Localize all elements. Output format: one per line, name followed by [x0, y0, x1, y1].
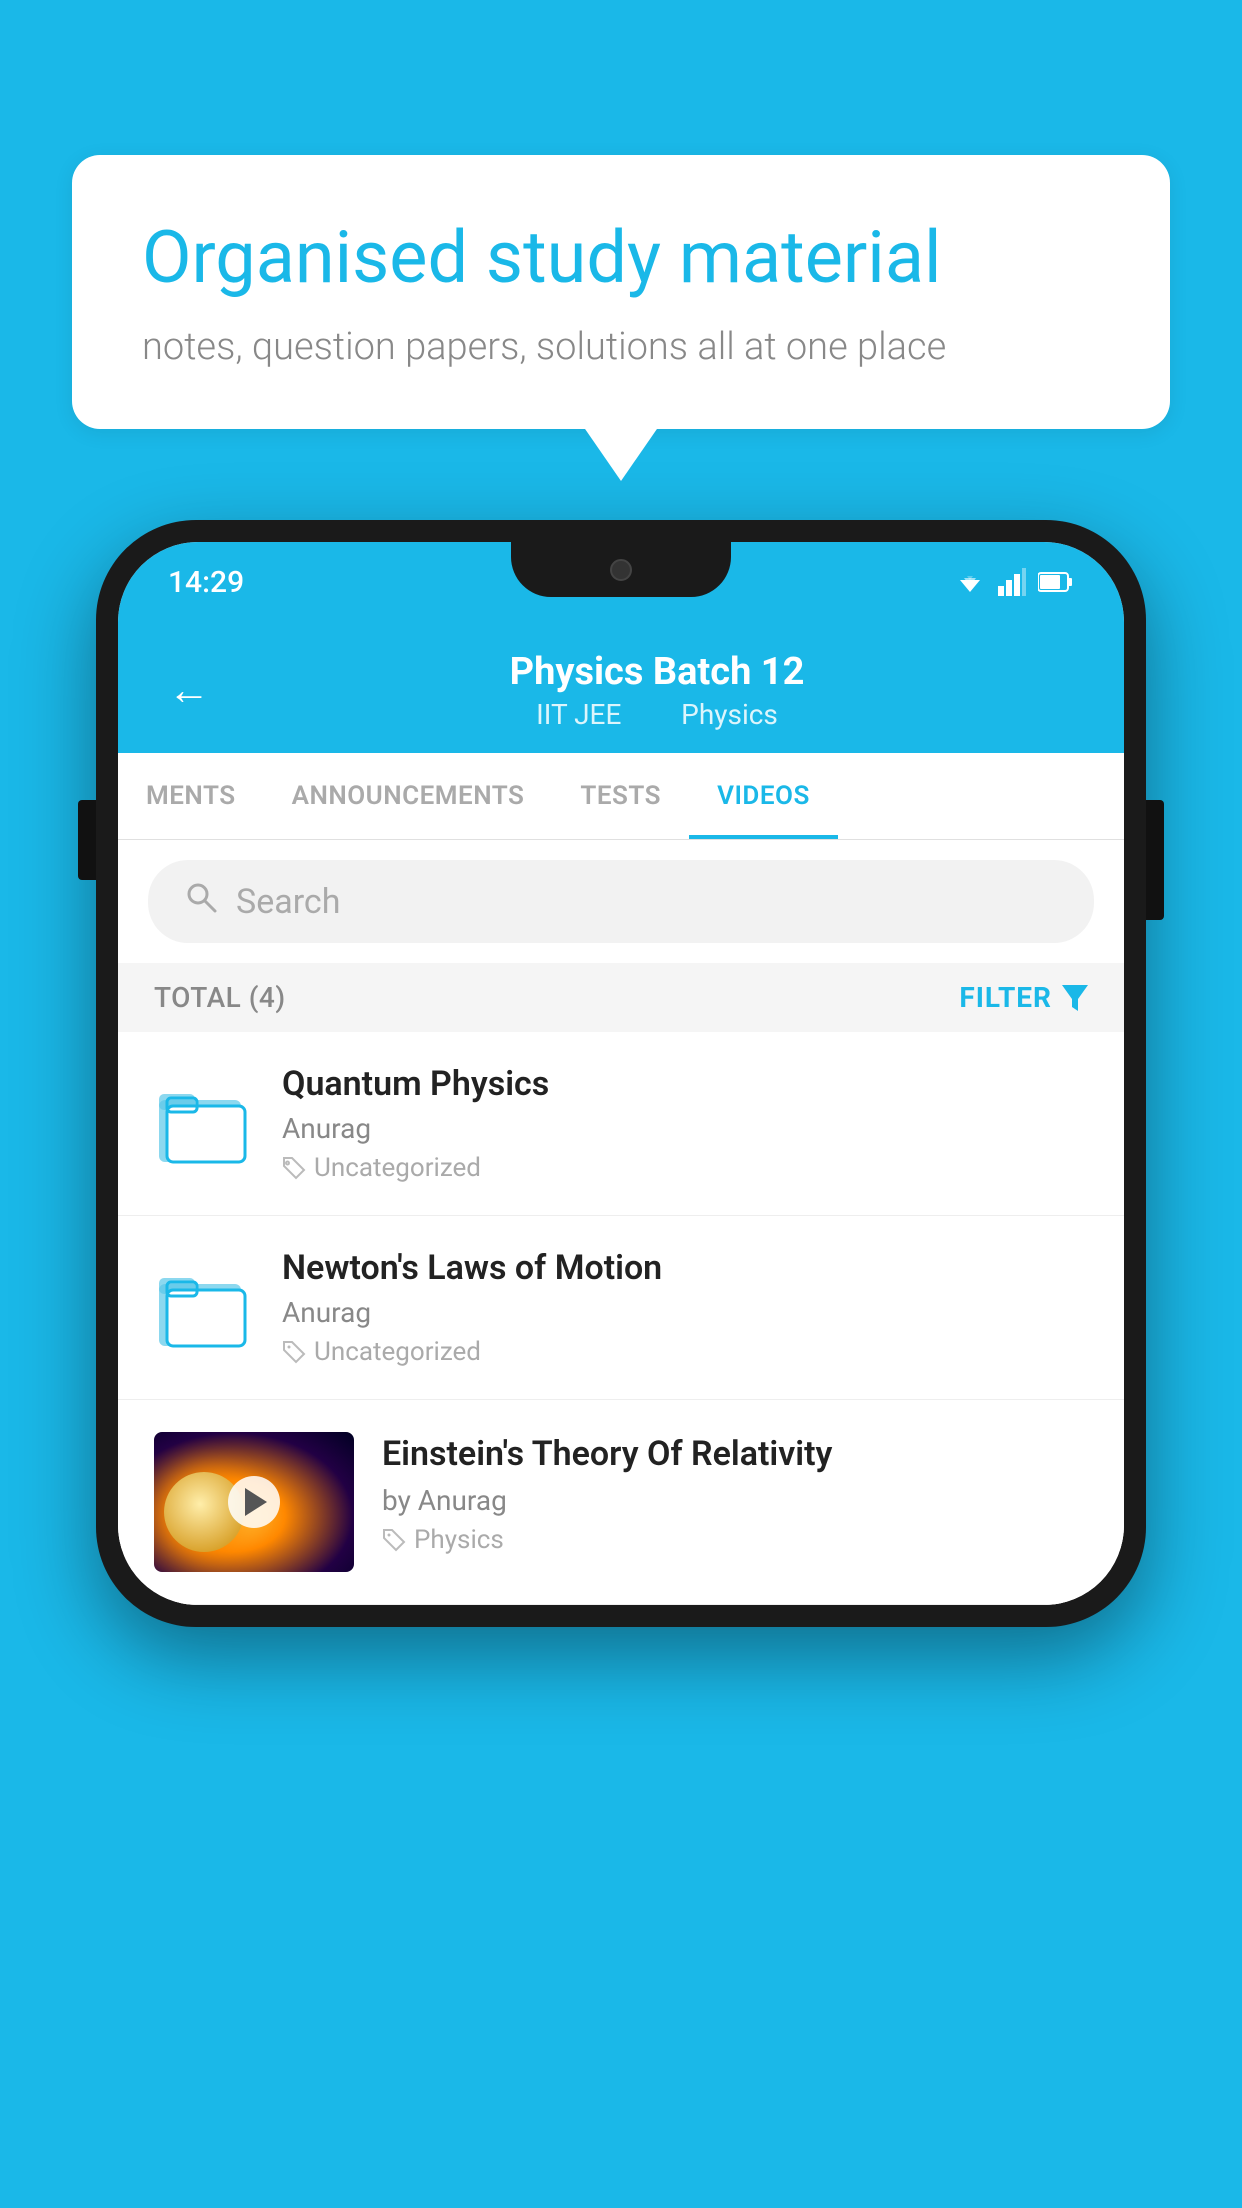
video-thumbnail-3	[154, 1432, 354, 1572]
tab-tests[interactable]: TESTS	[552, 753, 689, 839]
header-title-block: Physics Batch 12 IIT JEE Physics	[240, 650, 1074, 731]
list-item[interactable]: Einstein's Theory Of Relativity by Anura…	[118, 1400, 1124, 1605]
tab-videos[interactable]: VIDEOS	[689, 753, 838, 839]
status-bar: 14:29	[118, 542, 1124, 622]
filter-button[interactable]: FILTER	[959, 981, 1088, 1014]
signal-icon	[998, 568, 1026, 596]
video-author-3: by Anurag	[382, 1484, 1088, 1517]
search-bar[interactable]: Search	[148, 860, 1094, 943]
phone-outer: 14:29	[96, 520, 1146, 1627]
header-subtitle-sep	[644, 698, 658, 731]
video-info-2: Newton's Laws of Motion Anurag Uncategor…	[282, 1248, 1088, 1367]
tab-ments[interactable]: MENTS	[118, 753, 264, 839]
speech-bubble-subtitle: notes, question papers, solutions all at…	[142, 325, 1100, 369]
folder-icon-2	[159, 1268, 249, 1348]
status-icons	[954, 568, 1074, 596]
total-label: TOTAL (4)	[154, 981, 286, 1014]
play-triangle-icon	[245, 1488, 267, 1516]
tag-icon-2	[282, 1340, 306, 1364]
tab-announcements[interactable]: ANNOUNCEMENTS	[264, 753, 553, 839]
search-icon	[184, 880, 218, 923]
filter-row: TOTAL (4) FILTER	[118, 963, 1124, 1032]
header-subtitle-left: IIT JEE	[536, 698, 621, 731]
tag-icon-3	[382, 1528, 406, 1552]
speech-bubble-title: Organised study material	[142, 215, 1100, 301]
video-info-1: Quantum Physics Anurag Uncategorized	[282, 1064, 1088, 1183]
phone-inner: 14:29	[118, 542, 1124, 1605]
app-header: ← Physics Batch 12 IIT JEE Physics	[118, 622, 1124, 753]
filter-icon	[1062, 985, 1088, 1011]
camera-dot	[610, 559, 632, 581]
video-author-1: Anurag	[282, 1112, 1088, 1145]
video-title-3: Einstein's Theory Of Relativity	[382, 1432, 1088, 1476]
tag-icon-1	[282, 1156, 306, 1180]
video-title-1: Quantum Physics	[282, 1064, 1088, 1104]
play-button[interactable]	[228, 1476, 280, 1528]
video-tag-3: Physics	[382, 1525, 1088, 1555]
video-tag-1: Uncategorized	[282, 1153, 1088, 1183]
video-author-2: Anurag	[282, 1296, 1088, 1329]
battery-icon	[1038, 571, 1074, 593]
header-subtitle-right: Physics	[681, 698, 778, 731]
list-item[interactable]: Newton's Laws of Motion Anurag Uncategor…	[118, 1216, 1124, 1400]
folder-icon-1	[159, 1084, 249, 1164]
notch	[511, 542, 731, 597]
video-tag-2: Uncategorized	[282, 1337, 1088, 1367]
search-container: Search	[118, 840, 1124, 963]
header-subtitle: IIT JEE Physics	[240, 698, 1074, 731]
video-list: Quantum Physics Anurag Uncategorized	[118, 1032, 1124, 1605]
search-input[interactable]: Search	[236, 882, 340, 922]
filter-label: FILTER	[959, 981, 1052, 1014]
tabs-bar: MENTS ANNOUNCEMENTS TESTS VIDEOS	[118, 753, 1124, 840]
video-info-3: Einstein's Theory Of Relativity by Anura…	[382, 1432, 1088, 1555]
video-title-2: Newton's Laws of Motion	[282, 1248, 1088, 1288]
list-item[interactable]: Quantum Physics Anurag Uncategorized	[118, 1032, 1124, 1216]
speech-bubble-container: Organised study material notes, question…	[72, 155, 1170, 429]
status-time: 14:29	[168, 565, 244, 600]
back-button[interactable]: ←	[168, 670, 210, 712]
wifi-icon	[954, 568, 986, 596]
phone-mockup: 14:29	[96, 520, 1146, 1627]
speech-bubble: Organised study material notes, question…	[72, 155, 1170, 429]
video-thumb-1	[154, 1074, 254, 1174]
header-main-title: Physics Batch 12	[240, 650, 1074, 694]
video-thumb-2	[154, 1258, 254, 1358]
